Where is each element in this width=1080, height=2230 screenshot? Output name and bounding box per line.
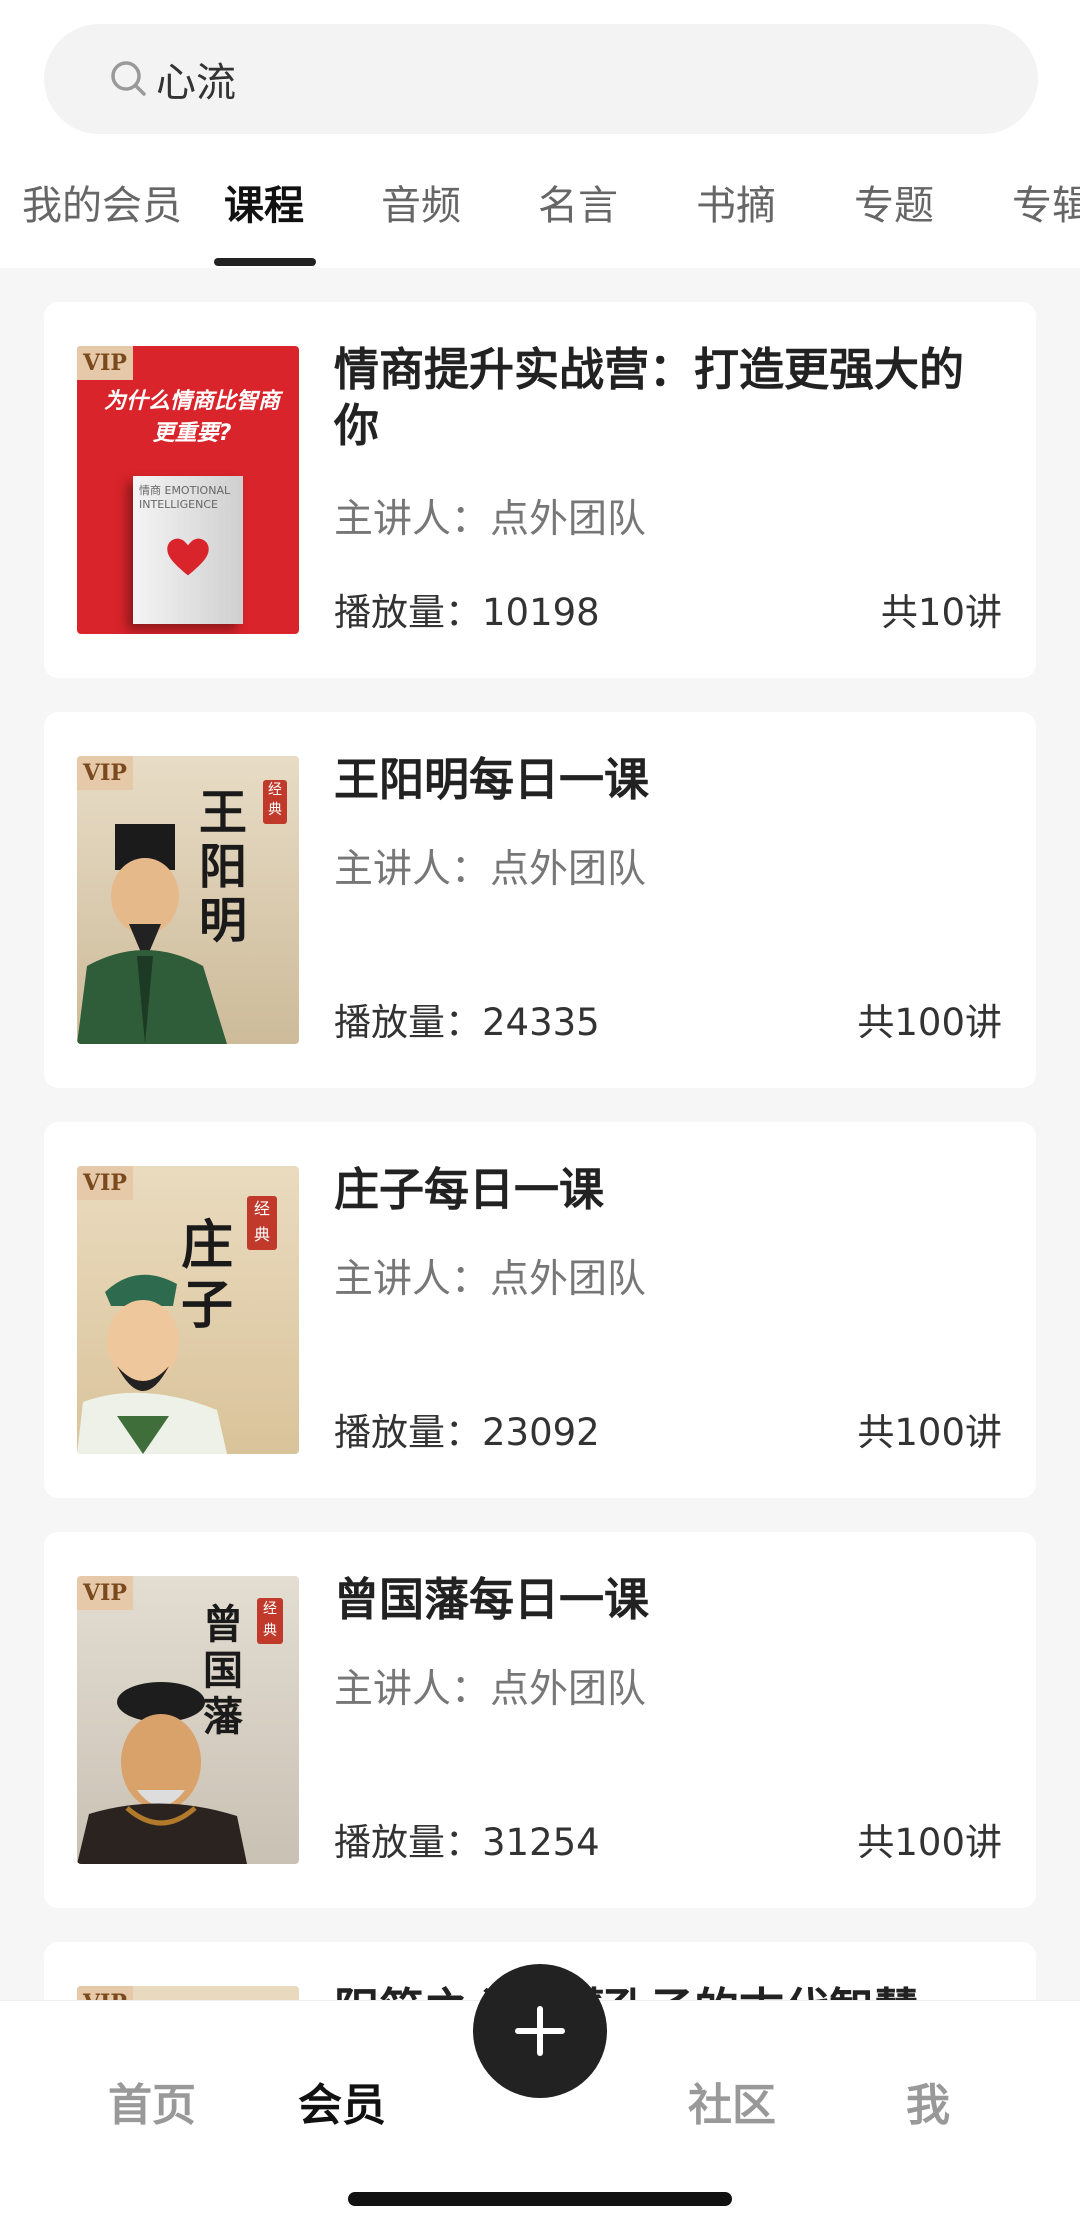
course-lesson-count: 共100讲	[857, 1411, 1002, 1454]
course-list[interactable]: VIP 为什么情商比智商更重要? 情商 EMOTIONAL INTELLIGEN…	[0, 268, 1080, 2000]
course-cover: VIP 经典 庄子	[77, 1166, 299, 1454]
course-lesson-count: 共10讲	[880, 591, 1002, 634]
course-card[interactable]: VIP 经典 庄子 庄子每日一课 主讲人：点外团队 播放量：23092 共100…	[44, 1122, 1036, 1498]
course-cover: VIP 经典 曾国藩	[77, 1576, 299, 1864]
course-lesson-count: 共100讲	[857, 1821, 1002, 1864]
portrait-illustration	[77, 1682, 247, 1864]
course-title: 王阳明每日一课	[334, 753, 650, 806]
course-title: 阳简之心读懂孔子的古代智慧	[334, 1982, 1004, 2000]
course-speaker: 主讲人：点外团队	[334, 1667, 647, 1712]
portrait-illustration	[77, 1274, 227, 1454]
active-tab-indicator	[214, 258, 316, 266]
vip-badge: VIP	[77, 346, 133, 380]
tab-albums[interactable]: 专辑	[1012, 176, 1080, 236]
course-card[interactable]: VIP 经典 曾国藩 曾国藩每日一课 主讲人：点外团队 播放量：31254 共1…	[44, 1532, 1036, 1908]
home-indicator[interactable]	[348, 2192, 732, 2206]
cover-book: 情商 EMOTIONAL INTELLIGENCE	[133, 476, 243, 624]
cover-headline: 为什么情商比智商更重要?	[103, 389, 280, 446]
course-cover: VIP 为什么情商比智商更重要? 情商 EMOTIONAL INTELLIGEN…	[77, 346, 299, 634]
course-cover: VIP 经典 王阳明	[77, 756, 299, 1044]
app-screen: 我的会员 课程 音频 名言 书摘 专题 专辑 VIP 为什么情商比智商更重要? …	[0, 0, 1080, 2230]
search-icon	[111, 61, 146, 96]
tab-audio[interactable]: 音频	[381, 176, 461, 236]
vip-badge: VIP	[77, 1986, 133, 2000]
heart-icon	[167, 538, 209, 576]
course-play-count: 播放量：10198	[334, 591, 600, 634]
plus-icon	[515, 2006, 565, 2056]
tab-courses[interactable]: 课程	[224, 176, 304, 236]
course-card[interactable]: VIP 经典 王阳明 王阳明每日一课 主讲人：点外团队 播放量：24335 共1…	[44, 712, 1036, 1088]
search-input[interactable]	[156, 44, 976, 114]
course-play-count: 播放量：23092	[334, 1411, 600, 1454]
course-play-count: 播放量：24335	[334, 1001, 600, 1044]
nav-home[interactable]: 首页	[108, 2069, 196, 2133]
nav-me[interactable]: 我	[906, 2069, 950, 2133]
tab-topics[interactable]: 专题	[854, 176, 934, 236]
header: 我的会员 课程 音频 名言 书摘 专题 专辑	[0, 0, 1080, 268]
course-cover: VIP	[77, 1986, 299, 2000]
cover-book-title: 情商 EMOTIONAL INTELLIGENCE	[139, 484, 231, 511]
course-lesson-count: 共100讲	[857, 1001, 1002, 1044]
nav-community[interactable]: 社区	[688, 2069, 776, 2133]
search-bar[interactable]	[44, 24, 1038, 134]
course-title: 情商提升实战营：打造更强大的你	[334, 343, 965, 452]
course-speaker: 主讲人：点外团队	[334, 847, 647, 892]
tab-excerpts[interactable]: 书摘	[696, 176, 776, 236]
tab-quotes[interactable]: 名言	[538, 176, 618, 236]
tab-my-membership[interactable]: 我的会员	[22, 176, 182, 236]
course-speaker: 主讲人：点外团队	[334, 1257, 647, 1302]
course-play-count: 播放量：31254	[334, 1821, 600, 1864]
course-speaker: 主讲人：点外团队	[334, 497, 647, 542]
course-title: 庄子每日一课	[334, 1163, 605, 1216]
portrait-illustration	[77, 824, 227, 1044]
nav-member[interactable]: 会员	[298, 2069, 386, 2133]
tab-bar: 我的会员 课程 音频 名言 书摘 专题 专辑	[0, 176, 1080, 268]
add-button[interactable]	[473, 1964, 607, 2098]
course-title: 曾国藩每日一课	[334, 1573, 650, 1626]
course-card[interactable]: VIP 为什么情商比智商更重要? 情商 EMOTIONAL INTELLIGEN…	[44, 302, 1036, 678]
